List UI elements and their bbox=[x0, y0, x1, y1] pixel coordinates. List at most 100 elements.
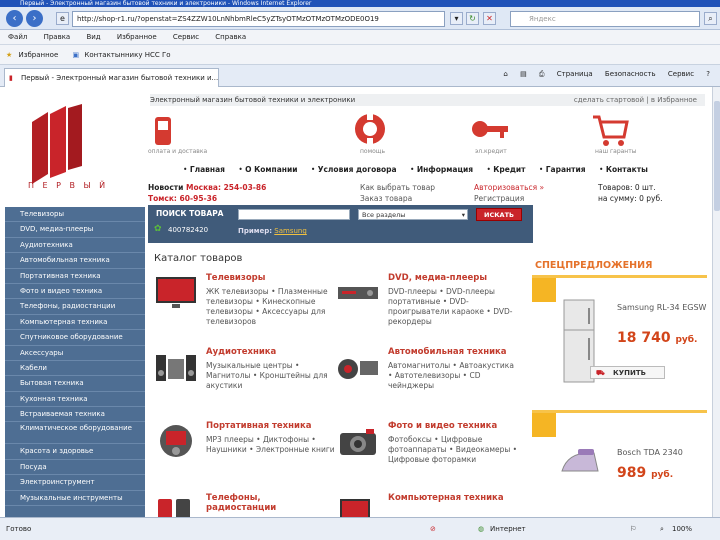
sidebar-item-audio[interactable]: Аудиотехника bbox=[5, 238, 145, 254]
catalog-item-title[interactable]: Фото и видео техника bbox=[388, 421, 497, 431]
nav-terms[interactable]: • Условия договора bbox=[311, 165, 397, 174]
menu-favorites[interactable]: Избранное bbox=[117, 33, 157, 41]
cart-icon[interactable] bbox=[590, 109, 630, 149]
menu-edit[interactable]: Правка bbox=[44, 33, 71, 41]
menu-view[interactable]: Вид bbox=[86, 33, 100, 41]
tools-menu[interactable]: Сервис bbox=[668, 70, 694, 78]
back-icon[interactable]: ‹ bbox=[6, 10, 23, 27]
catalog-item-title[interactable]: DVD, медиа-плееры bbox=[388, 273, 487, 283]
example-link[interactable]: Samsung bbox=[274, 227, 307, 235]
refresh-icon[interactable]: ↻ bbox=[466, 12, 479, 25]
buy-button[interactable]: ⛟ КУПИТЬ bbox=[590, 366, 665, 379]
menu-file[interactable]: Файл bbox=[8, 33, 27, 41]
tab-active[interactable]: ▮ Первый - Электронный магазин бытовой т… bbox=[4, 68, 219, 87]
sidebar-item-appliances[interactable]: Бытовая техника bbox=[5, 376, 145, 392]
add-favorites-link[interactable]: в Избранное bbox=[651, 96, 697, 104]
promo-item[interactable]: Samsung RL-34 EGSW 18 740 руб. ⛟ КУПИТЬ bbox=[532, 275, 707, 405]
sidebar-item-kitchen[interactable]: Кухонная техника bbox=[5, 392, 145, 408]
catalog-item[interactable]: Компьютерная техника bbox=[336, 493, 521, 517]
nav-info[interactable]: • Информация bbox=[410, 165, 473, 174]
sidebar-item-photo[interactable]: Фото и видео техника bbox=[5, 284, 145, 300]
promo-item[interactable]: Bosch TDA 2340 989 руб. bbox=[532, 410, 707, 510]
catalog-item[interactable]: Автомобильная техника Автомагнитолы • Ав… bbox=[336, 347, 521, 407]
set-home-link[interactable]: сделать стартовой bbox=[574, 96, 644, 104]
sidebar-item-portable[interactable]: Портативная техника bbox=[5, 269, 145, 284]
menu-tools[interactable]: Сервис bbox=[173, 33, 199, 41]
nav-credit[interactable]: • Кредит bbox=[486, 165, 525, 174]
how-to-choose-link[interactable]: Как выбрать товар bbox=[360, 182, 435, 193]
subnav-help[interactable]: помощь bbox=[360, 148, 385, 155]
lifebuoy-icon[interactable] bbox=[350, 109, 390, 149]
search-icon[interactable]: ⌕ bbox=[704, 12, 717, 25]
nav-warranty[interactable]: • Гарантия bbox=[539, 165, 586, 174]
sidebar-item-phones[interactable]: Телефоны, радиостанции bbox=[5, 299, 145, 315]
url-input[interactable]: http://shop-r1.ru/?openstat=ZS4ZZW10LnNh… bbox=[72, 11, 445, 27]
sidebar-item-accessories[interactable]: Аксессуары bbox=[5, 346, 145, 361]
zoom-level[interactable]: 100% bbox=[672, 518, 692, 540]
sidebar-item-car[interactable]: Автомобильная техника bbox=[5, 253, 145, 269]
forward-icon[interactable]: › bbox=[26, 10, 43, 27]
sidebar-item-music[interactable]: Музыкальные инструменты bbox=[5, 491, 145, 507]
key-icon[interactable] bbox=[470, 109, 510, 149]
catalog-item[interactable]: Телефоны, радиостанции bbox=[154, 493, 339, 517]
dropdown-icon[interactable]: ▾ bbox=[450, 12, 463, 25]
page-menu[interactable]: Страница bbox=[557, 70, 593, 78]
promo-item-name[interactable]: Samsung RL-34 EGSW bbox=[617, 303, 707, 312]
sidebar-item-cables[interactable]: Кабели bbox=[5, 361, 145, 377]
subnav-guarantee[interactable]: наш гаранты bbox=[595, 148, 636, 155]
cart-count: Товаров: 0 шт. bbox=[598, 183, 656, 192]
nav-home[interactable]: • Главная bbox=[183, 165, 225, 174]
search-input[interactable]: Яндекс bbox=[510, 11, 700, 27]
catalog-item-title[interactable]: Автомобильная техника bbox=[388, 347, 507, 357]
site-logo[interactable]: П Е Р В Ы Й bbox=[20, 104, 130, 189]
catalog-item[interactable]: DVD, медиа-плееры DVD-плееры • DVD-плеер… bbox=[336, 273, 521, 333]
subnav-credit[interactable]: эл.кредит bbox=[475, 148, 507, 155]
subnav-payment[interactable]: оплата и доставка bbox=[148, 148, 207, 155]
login-link[interactable]: Авторизоваться » bbox=[474, 182, 544, 193]
catalog-item-title[interactable]: Телевизоры bbox=[206, 273, 265, 283]
register-link[interactable]: Регистрация bbox=[474, 193, 524, 204]
menu-help[interactable]: Справка bbox=[215, 33, 246, 41]
sidebar-item-beauty[interactable]: Красота и здоровье bbox=[5, 444, 145, 460]
print-icon[interactable]: ⎙ bbox=[539, 70, 545, 78]
vertical-scrollbar[interactable] bbox=[712, 87, 720, 517]
sidebar-item-tv[interactable]: Телевизоры bbox=[5, 207, 145, 223]
promo-item-name[interactable]: Bosch TDA 2340 bbox=[617, 448, 683, 457]
catalog-item[interactable]: Телевизоры ЖК телевизоры • Плазменные те… bbox=[154, 273, 339, 333]
catalog-item-title[interactable]: Компьютерная техника bbox=[388, 493, 504, 503]
nav-contacts[interactable]: • Контакты bbox=[599, 165, 648, 174]
section-select[interactable]: Все разделы ▾ bbox=[358, 209, 468, 220]
stop-icon[interactable]: ✕ bbox=[483, 12, 496, 25]
star-icon[interactable]: ★ bbox=[6, 51, 12, 59]
news-link[interactable]: Новости bbox=[148, 183, 183, 192]
catalog-item-title[interactable]: Аудиотехника bbox=[206, 347, 276, 357]
scrollbar-thumb[interactable] bbox=[714, 101, 720, 211]
catalog-item-title[interactable]: Портативная техника bbox=[206, 421, 312, 431]
icq-icon: ✿ bbox=[154, 224, 162, 234]
nav-about[interactable]: • О Компании bbox=[238, 165, 297, 174]
favorites-button[interactable]: Избранное bbox=[19, 51, 59, 59]
sidebar-item-tools[interactable]: Электроинструмент bbox=[5, 475, 145, 491]
feeds-icon[interactable]: ▤ bbox=[520, 70, 527, 78]
catalog-item[interactable]: Портативная техника MP3 плееры • Диктофо… bbox=[154, 421, 339, 481]
home-icon[interactable]: ⌂ bbox=[503, 70, 507, 78]
safety-menu[interactable]: Безопасность bbox=[605, 70, 656, 78]
catalog-item-title[interactable]: Телефоны, радиостанции bbox=[206, 493, 326, 513]
catalog-item[interactable]: Аудиотехника Музыкальные центры • Магнит… bbox=[154, 347, 339, 407]
example-label: Пример: bbox=[238, 227, 273, 235]
sidebar-item-builtin[interactable]: Встраиваемая техника bbox=[5, 407, 145, 423]
sidebar-item-satellite[interactable]: Спутниковое оборудование bbox=[5, 330, 145, 346]
sidebar-item-dishes[interactable]: Посуда bbox=[5, 460, 145, 476]
sidebar-item-climate[interactable]: Климатическое оборудование bbox=[5, 422, 145, 445]
search-button[interactable]: ИСКАТЬ bbox=[476, 208, 522, 221]
sidebar-item-computers[interactable]: Компьютерная техника bbox=[5, 315, 145, 331]
catalog-item[interactable]: Фото и видео техника Фотобоксы • Цифровы… bbox=[336, 421, 521, 481]
product-search-input[interactable] bbox=[238, 209, 350, 220]
phone-icon[interactable] bbox=[145, 109, 185, 149]
favorite-link[interactable]: Контактыннику НСС Го bbox=[84, 51, 170, 59]
popup-blocked-icon[interactable]: ⊘ bbox=[430, 518, 436, 540]
protected-mode-icon[interactable]: ⚐ bbox=[630, 518, 636, 540]
order-link[interactable]: Заказ товара bbox=[360, 193, 412, 204]
help-icon[interactable]: ? bbox=[706, 70, 710, 78]
sidebar-item-dvd[interactable]: DVD, медиа-плееры bbox=[5, 222, 145, 238]
